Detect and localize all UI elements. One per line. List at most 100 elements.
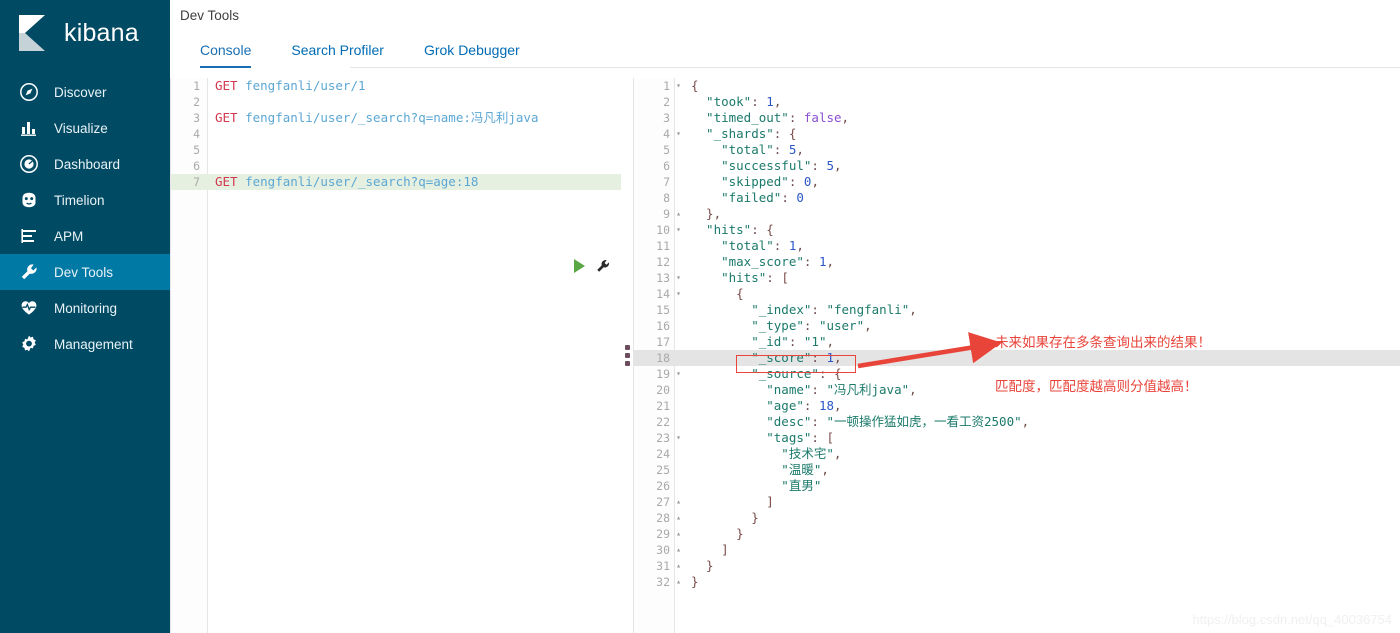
code-line[interactable]: 4: [171, 126, 621, 142]
grip-dots-icon: [624, 345, 630, 366]
line-number: 6: [193, 159, 200, 173]
sidebar-item-monitoring[interactable]: Monitoring: [0, 290, 170, 326]
line-number: 29: [656, 527, 670, 541]
sidebar-item-apm[interactable]: APM: [0, 218, 170, 254]
fold-toggle-icon[interactable]: ▾: [674, 270, 683, 286]
sidebar-item-label: Monitoring: [54, 300, 118, 316]
annotation-line-2: 匹配度，匹配度越高则分值越高！: [995, 379, 1198, 395]
line-number: 1: [193, 79, 200, 93]
code-text: }: [691, 510, 759, 525]
fold-toggle-icon[interactable]: ▾: [674, 286, 683, 302]
fold-toggle-icon[interactable]: ▾: [674, 366, 683, 382]
sidebar-item-dev-tools[interactable]: Dev Tools: [0, 254, 170, 290]
brand[interactable]: kibana: [0, 0, 170, 66]
code-text: "hits": {: [691, 222, 774, 237]
code-text: "max_score": 1,: [691, 254, 835, 269]
fold-toggle-icon[interactable]: ▴: [674, 494, 683, 510]
app-header: Dev Tools: [170, 0, 1400, 30]
code-text: ]: [691, 494, 774, 509]
code-line[interactable]: 3 GET fengfanli/user/_search?q=name:冯凡利ja…: [171, 110, 621, 126]
code-text: "_source": {: [691, 366, 842, 381]
tab-search-profiler[interactable]: Search Profiler: [271, 42, 404, 68]
sidebar-item-timelion[interactable]: Timelion: [0, 182, 170, 218]
fold-toggle-icon[interactable]: ▴: [674, 558, 683, 574]
play-icon[interactable]: [574, 259, 585, 273]
line-number: 28: [656, 511, 670, 525]
code-line[interactable]: 1 GET fengfanli/user/1: [171, 78, 621, 94]
sidebar-item-management[interactable]: Management: [0, 326, 170, 362]
pane-resize-handle[interactable]: [621, 78, 633, 633]
code-line[interactable]: 7 GET fengfanli/user/_search?q=age:18: [171, 174, 621, 190]
sidebar-item-discover[interactable]: Discover: [0, 74, 170, 110]
code-text: {: [691, 286, 744, 301]
wrench-icon: [18, 261, 40, 283]
sidebar-item-label: Discover: [54, 84, 107, 100]
sidebar-nav: Discover Visualize Dashboard Timelion AP…: [0, 74, 170, 362]
fold-toggle-icon[interactable]: ▾: [674, 430, 683, 446]
code-text: "技术宅",: [691, 446, 842, 461]
tab-console[interactable]: Console: [180, 42, 271, 68]
code-text: "total": 1,: [691, 238, 804, 253]
fold-toggle-icon[interactable]: ▴: [674, 526, 683, 542]
editor-lines[interactable]: 1 GET fengfanli/user/1 2 3 GET fengfanli/use…: [171, 78, 621, 190]
fold-toggle-icon[interactable]: ▴: [674, 510, 683, 526]
line-number: 1: [663, 79, 670, 93]
code-line: 24 "技术宅",: [634, 446, 1400, 462]
line-number: 17: [656, 335, 670, 349]
request-editor[interactable]: 1 GET fengfanli/user/1 2 3 GET fengfanli/use…: [170, 78, 621, 633]
bar-chart-icon: [18, 117, 40, 139]
gear-icon: [18, 333, 40, 355]
fold-toggle-icon[interactable]: ▾: [674, 222, 683, 238]
heartbeat-icon: [18, 297, 40, 319]
code-line: 5 "total": 5,: [634, 142, 1400, 158]
code-text: "hits": [: [691, 270, 789, 285]
code-line[interactable]: 2: [171, 94, 621, 110]
watermark: https://blog.csdn.net/qq_40036754: [1192, 612, 1393, 627]
timelion-icon: [18, 189, 40, 211]
line-number: 10: [656, 223, 670, 237]
sidebar-item-label: Dashboard: [54, 156, 121, 172]
code-line[interactable]: 6: [171, 158, 621, 174]
line-number: 5: [193, 143, 200, 157]
line-number: 24: [656, 447, 670, 461]
code-text: "直男": [691, 478, 822, 493]
tab-label: Search Profiler: [291, 42, 384, 58]
code-text: "tags": [: [691, 430, 835, 445]
code-text: "_shards": {: [691, 126, 797, 141]
fold-toggle-icon[interactable]: ▴: [674, 542, 683, 558]
line-number: 31: [656, 559, 670, 573]
line-number: 4: [663, 127, 670, 141]
code-text: {: [691, 78, 699, 93]
line-number: 4: [193, 127, 200, 141]
code-line: 30 ▴ ]: [634, 542, 1400, 558]
code-line[interactable]: 5: [171, 142, 621, 158]
line-number: 6: [663, 159, 670, 173]
line-number: 23: [656, 431, 670, 445]
code-line: 9 ▴ },: [634, 206, 1400, 222]
fold-toggle-icon[interactable]: ▾: [674, 126, 683, 142]
code-text: "timed_out": false,: [691, 110, 850, 125]
line-number: 11: [656, 239, 670, 253]
code-line: 12 "max_score": 1,: [634, 254, 1400, 270]
line-number: 2: [663, 95, 670, 109]
code-text: "failed": 0: [691, 190, 804, 205]
line-number: 30: [656, 543, 670, 557]
brand-name: kibana: [64, 18, 139, 47]
code-text: "desc": "一顿操作猛如虎，一看工资2500",: [691, 414, 1030, 429]
tab-bar-divider: [350, 67, 1400, 68]
sidebar-item-dashboard[interactable]: Dashboard: [0, 146, 170, 182]
fold-toggle-icon[interactable]: ▾: [674, 78, 683, 94]
code-text: "_score": 1,: [691, 350, 842, 365]
tab-grok-debugger[interactable]: Grok Debugger: [404, 42, 540, 68]
code-text: GET fengfanli/user/_search?q=age:18: [215, 174, 479, 189]
kibana-logo-icon: [12, 13, 52, 53]
line-number: 3: [193, 111, 200, 125]
code-line: 29 ▴ }: [634, 526, 1400, 542]
sidebar-item-label: Visualize: [54, 120, 108, 136]
fold-toggle-icon[interactable]: ▴: [674, 574, 683, 590]
code-line: 1 ▾ {: [634, 78, 1400, 94]
fold-toggle-icon[interactable]: ▴: [674, 206, 683, 222]
wrench-icon[interactable]: [595, 258, 611, 274]
sidebar-item-visualize[interactable]: Visualize: [0, 110, 170, 146]
sidebar-item-label: Management: [54, 336, 133, 352]
